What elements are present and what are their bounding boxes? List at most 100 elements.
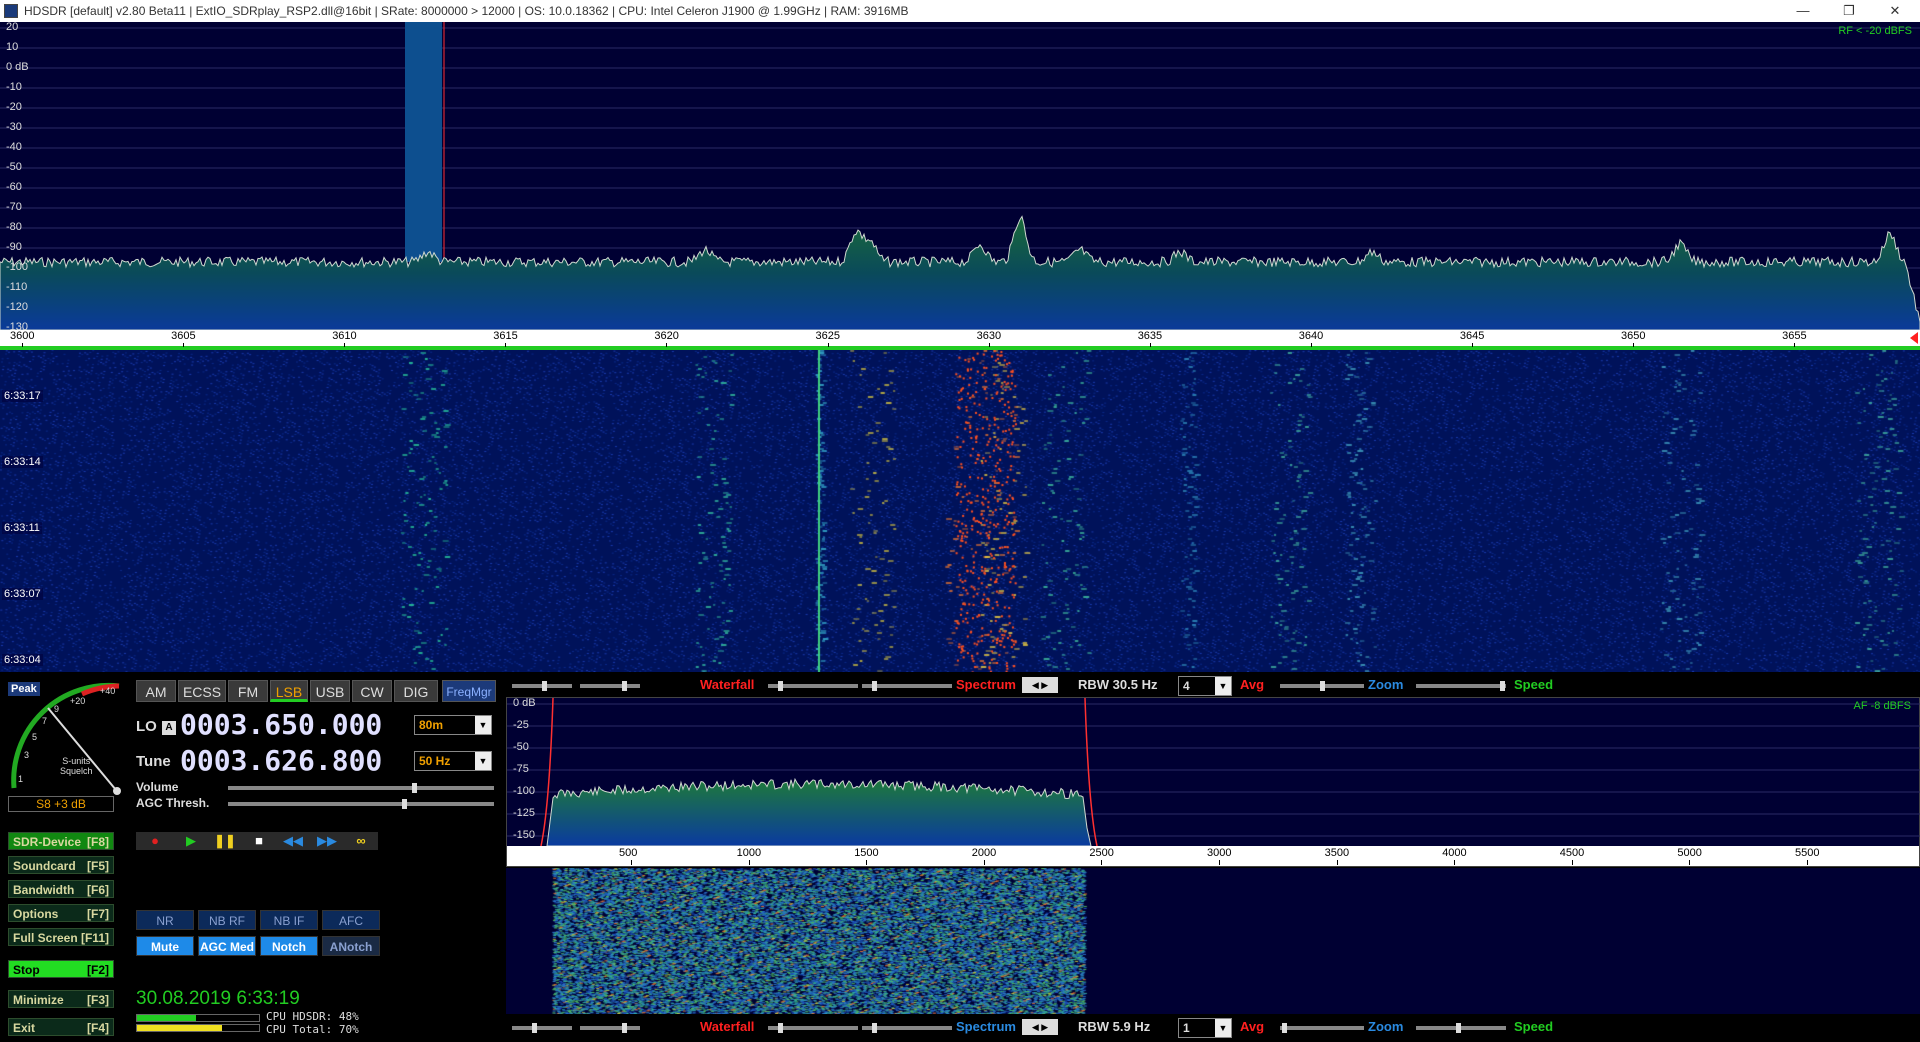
s-scale-7: 7 <box>42 716 48 726</box>
exit-button[interactable]: Exit [F4] <box>8 1018 114 1036</box>
rf-spectrum-graph <box>0 22 1920 330</box>
rf-level-label: RF < -20 dBFS <box>1838 25 1912 37</box>
rf-wf-contrast-slider[interactable] <box>512 681 572 691</box>
app-icon <box>4 4 18 18</box>
minimize-button[interactable]: Minimize [F3] <box>8 990 114 1008</box>
db-label: -80 <box>6 221 22 233</box>
af-waterfall-display[interactable] <box>506 868 1920 1014</box>
rf-spec-brightness-slider[interactable] <box>862 681 952 691</box>
hdsdr-window: HDSDR [default] v2.80 Beta11 | ExtIO_SDR… <box>0 0 1920 1042</box>
stop-button[interactable]: Stop [F2] <box>8 960 114 978</box>
af-zoom-slider[interactable] <box>1416 1023 1506 1033</box>
rf-avg-select[interactable]: 4 ▼ <box>1178 676 1232 696</box>
nb-if-button[interactable]: NB IF <box>260 910 318 930</box>
frequency-tick <box>1471 343 1473 347</box>
passband-marker[interactable] <box>405 22 442 262</box>
nb-rf-button[interactable]: NB RF <box>198 910 256 930</box>
rf-rbw-label: RBW 30.5 Hz <box>1078 677 1158 692</box>
af-avg-label: Avg <box>1240 1019 1265 1034</box>
af-spec-contrast-slider[interactable] <box>768 1023 858 1033</box>
nr-button[interactable]: NR <box>136 910 194 930</box>
tune-frequency-display[interactable]: 0003.626.800 <box>180 744 382 777</box>
bandwidth-button[interactable]: Bandwidth [F6] <box>8 880 114 898</box>
s-scale-1: 1 <box>18 774 24 784</box>
s-meter[interactable]: Peak 1 3 5 7 9 +20 +40 S-units Squelch <box>4 678 124 798</box>
lo-lock-badge[interactable]: A <box>162 721 176 735</box>
soundcard-button[interactable]: Soundcard [F5] <box>8 856 114 874</box>
rf-scroll-arrows[interactable]: ◀ ▶ <box>1022 677 1058 693</box>
button-hotkey: [F6] <box>87 883 109 897</box>
af-speed-label: Speed <box>1514 1019 1554 1034</box>
afc-button[interactable]: AFC <box>322 910 380 930</box>
mode-dig-button[interactable]: DIG <box>394 680 438 702</box>
volume-slider[interactable] <box>228 783 494 793</box>
frequency-tick <box>1794 343 1796 347</box>
af-wf-brightness-slider[interactable] <box>580 1023 640 1033</box>
mode-am-button[interactable]: AM <box>136 680 176 702</box>
frequency-tick <box>22 343 23 347</box>
af-frequency-scale[interactable]: 500 1000 1500 2000 2500 3000 3500 4000 4500 5000 5… <box>507 846 1919 866</box>
band-select[interactable]: 80m ▼ <box>414 715 492 735</box>
af-spectrum-display[interactable]: 0 dB -25 -50 -75 -100 -125 -150 AF -8 dBFS 500… <box>506 697 1920 867</box>
s-scale-3: 3 <box>24 750 30 760</box>
close-window-button[interactable]: ✕ <box>1872 0 1918 22</box>
scroll-right-icon[interactable] <box>1910 332 1918 344</box>
mode-freqmgr-button[interactable]: FreqMgr <box>442 680 496 702</box>
rf-wf-brightness-slider[interactable] <box>580 681 640 691</box>
time-label: 6:33:17 <box>2 390 43 402</box>
button-hotkey: [F7] <box>87 907 109 921</box>
tune-step-select[interactable]: 50 Hz ▼ <box>414 751 492 771</box>
db-label: 20 <box>6 21 19 33</box>
peak-button[interactable]: Peak <box>8 682 40 696</box>
button-label: Options <box>13 907 59 921</box>
button-label: Stop <box>13 963 40 977</box>
stop-playback-button[interactable]: ■ <box>246 832 272 850</box>
frequency-label: 3655 <box>1782 330 1807 342</box>
fast-forward-button[interactable]: ▶▶ <box>314 832 340 850</box>
full-screen-button[interactable]: Full Screen [F11] <box>8 928 114 946</box>
af-frequency-label: 2000 <box>971 847 997 859</box>
frequency-tick <box>344 343 346 347</box>
anotch-button[interactable]: ANotch <box>322 936 380 956</box>
mode-fm-button[interactable]: FM <box>228 680 268 702</box>
af-wf-contrast-slider[interactable] <box>512 1023 572 1033</box>
frequency-label: 3605 <box>171 330 196 342</box>
af-scroll-arrows[interactable]: ◀ ▶ <box>1022 1019 1058 1035</box>
af-frequency-tick <box>631 860 632 865</box>
mode-cw-button[interactable]: CW <box>352 680 392 702</box>
db-label: -20 <box>6 101 22 113</box>
cpu-hdsdr-text: CPU HDSDR: 48% <box>266 1010 359 1023</box>
rf-zoom-slider[interactable] <box>1416 681 1506 691</box>
rewind-button[interactable]: ◀◀ <box>280 832 306 850</box>
af-frequency-tick <box>983 860 985 865</box>
agc-threshold-slider[interactable] <box>228 799 494 809</box>
lo-frequency-display[interactable]: 0003.650.000 <box>180 708 382 741</box>
rf-spec-contrast-slider[interactable] <box>768 681 858 691</box>
button-label: Bandwidth <box>13 883 75 897</box>
rf-avg-slider[interactable] <box>1280 681 1364 691</box>
options-button[interactable]: Options [F7] <box>8 904 114 922</box>
af-avg-select[interactable]: 1 ▼ <box>1178 1018 1232 1038</box>
frequency-label: 3645 <box>1459 330 1485 342</box>
agc-med-button[interactable]: AGC Med <box>198 936 256 956</box>
mode-ecss-button[interactable]: ECSS <box>178 680 226 702</box>
loop-button[interactable]: ∞ <box>348 832 374 850</box>
record-button[interactable]: ● <box>142 832 168 850</box>
play-button[interactable]: ▶ <box>178 832 204 850</box>
minimize-window-button[interactable]: — <box>1780 0 1826 22</box>
af-frequency-tick <box>1807 860 1808 865</box>
pause-button[interactable]: ❚❚ <box>212 832 238 850</box>
mode-lsb-button[interactable]: LSB <box>270 680 308 702</box>
af-avg-slider[interactable] <box>1280 1023 1364 1033</box>
restore-window-button[interactable]: ❐ <box>1826 0 1872 22</box>
mode-usb-button[interactable]: USB <box>310 680 350 702</box>
db-label: -110 <box>6 281 28 293</box>
sdr-device-button[interactable]: SDR-Device [F8] <box>8 832 114 850</box>
notch-button[interactable]: Notch <box>260 936 318 956</box>
rf-waterfall-display[interactable]: 6:33:17 6:33:14 6:33:11 6:33:07 6:33:04 <box>0 350 1920 672</box>
rf-spectrum-display[interactable]: 20 10 0 dB -10 -20 -30 -40 -50 -60 -70 -80 -90 -100 -… <box>0 21 1920 333</box>
frequency-label: 3630 <box>976 330 1002 342</box>
af-spec-brightness-slider[interactable] <box>862 1023 952 1033</box>
rf-frequency-scale[interactable]: 3600 3605 3610 3615 3620 3625 3630 3635 3640 3645… <box>0 330 1920 350</box>
mute-button[interactable]: Mute <box>136 936 194 956</box>
